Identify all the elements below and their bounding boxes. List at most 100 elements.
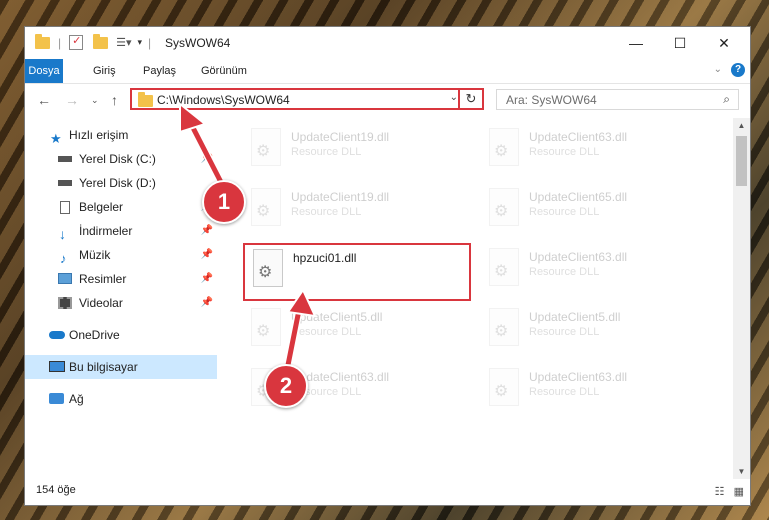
window-title: SysWOW64 bbox=[165, 36, 231, 50]
file-item-hpzuci01[interactable]: hpzuci01.dll bbox=[243, 243, 471, 301]
folder-icon bbox=[35, 33, 50, 49]
search-icon: ⌕ bbox=[723, 92, 730, 106]
expand-ribbon-icon[interactable]: ⌄ bbox=[714, 64, 722, 75]
sidebar-item-onedrive[interactable]: OneDrive bbox=[25, 323, 217, 347]
sidebar-item-videos[interactable]: Videolar 📌 bbox=[25, 291, 217, 315]
file-item[interactable]: UpdateClient63.dll Resource DLL bbox=[481, 124, 701, 174]
sidebar-item-label: OneDrive bbox=[69, 328, 120, 342]
navigation-bar: ← → ⌄ ↑ C:\Windows\SysWOW64 ⌄ ↻ Ara: Sys… bbox=[25, 84, 750, 118]
star-icon: ★ bbox=[50, 131, 62, 146]
sidebar-item-local-disk-c[interactable]: Yerel Disk (C:) 📌 bbox=[25, 147, 217, 171]
recent-locations-icon[interactable]: ⌄ bbox=[91, 95, 99, 106]
view-toggle[interactable]: ☷ ▦ bbox=[715, 485, 744, 498]
vertical-scrollbar[interactable]: ▲ ▼ bbox=[733, 118, 750, 479]
sidebar-item-label: İndirmeler bbox=[79, 224, 133, 238]
pin-icon[interactable]: 📌 bbox=[201, 267, 213, 291]
back-button[interactable]: ← bbox=[37, 92, 51, 108]
music-icon: ♪ bbox=[60, 251, 67, 266]
sidebar-item-quick-access[interactable]: ★ Hızlı erişim bbox=[25, 123, 217, 147]
item-count: 154 öğe bbox=[36, 484, 76, 496]
sidebar-item-label: Müzik bbox=[79, 248, 111, 262]
file-name: UpdateClient65.dll bbox=[529, 190, 628, 204]
sidebar-item-network[interactable]: Ağ bbox=[25, 387, 217, 411]
address-path[interactable]: C:\Windows\SysWOW64 bbox=[157, 93, 290, 107]
up-button[interactable]: ↑ bbox=[111, 92, 118, 108]
sidebar-item-pictures[interactable]: Resimler 📌 bbox=[25, 267, 217, 291]
search-input[interactable]: Ara: SysWOW64 bbox=[506, 93, 597, 107]
sidebar-item-downloads[interactable]: ↓ İndirmeler 📌 bbox=[25, 219, 217, 243]
tab-share[interactable]: Paylaş bbox=[135, 59, 184, 83]
file-name: UpdateClient63.dll bbox=[529, 130, 628, 144]
sidebar-item-this-pc[interactable]: Bu bilgisayar bbox=[25, 355, 217, 379]
dll-file-icon bbox=[253, 249, 283, 287]
scroll-up-icon[interactable]: ▲ bbox=[733, 121, 750, 130]
file-type: Resource DLL bbox=[291, 146, 362, 158]
sidebar-item-documents[interactable]: Belgeler 📌 bbox=[25, 195, 217, 219]
file-name: UpdateClient19.dll bbox=[291, 130, 390, 144]
file-type: Resource DLL bbox=[291, 206, 362, 218]
sidebar-item-label: Yerel Disk (C:) bbox=[79, 152, 156, 166]
ribbon-tabs: Dosya Giriş Paylaş Görünüm ⌄ ? bbox=[25, 59, 750, 84]
file-item[interactable]: UpdateClient19.dll Resource DLL bbox=[243, 124, 463, 174]
large-icons-view-icon[interactable]: ▦ bbox=[734, 486, 744, 498]
sidebar-item-local-disk-d[interactable]: Yerel Disk (D:) bbox=[25, 171, 217, 195]
file-type: Resource DLL bbox=[529, 326, 600, 338]
maximize-button[interactable]: ☐ bbox=[658, 31, 702, 55]
dll-file-icon bbox=[489, 368, 519, 406]
dll-file-icon bbox=[251, 188, 281, 226]
file-item[interactable]: UpdateClient63.dll Resource DLL bbox=[481, 364, 701, 414]
scroll-down-icon[interactable]: ▼ bbox=[733, 467, 750, 476]
forward-button[interactable]: → bbox=[65, 92, 79, 108]
video-icon bbox=[58, 297, 72, 309]
minimize-button[interactable]: — bbox=[614, 31, 658, 55]
download-icon: ↓ bbox=[59, 226, 66, 242]
folder-icon bbox=[138, 92, 153, 107]
pin-icon[interactable]: 📌 bbox=[201, 219, 213, 243]
file-name: UpdateClient63.dll bbox=[529, 250, 628, 264]
sidebar-item-label: Hızlı erişim bbox=[69, 128, 129, 142]
pin-icon[interactable]: 📌 bbox=[201, 243, 213, 267]
address-dropdown-icon[interactable]: ⌄ bbox=[450, 92, 458, 103]
sidebar-item-label: Resimler bbox=[79, 272, 127, 286]
toolbar-dropdown-icon[interactable]: ▾ bbox=[138, 37, 143, 48]
pin-icon[interactable]: 📌 bbox=[201, 291, 213, 315]
file-list: UpdateClient19.dll Resource DLL UpdateCl… bbox=[223, 118, 735, 479]
details-view-icon[interactable]: ☷ bbox=[715, 486, 725, 498]
drive-icon bbox=[58, 156, 72, 162]
close-button[interactable]: ✕ bbox=[702, 31, 746, 55]
sidebar-item-label: Videolar bbox=[79, 296, 123, 310]
toolbar-divider: | bbox=[58, 35, 62, 50]
tab-view[interactable]: Görünüm bbox=[193, 59, 255, 83]
customize-toolbar-icon[interactable]: ☰▾ bbox=[116, 36, 131, 49]
properties-icon[interactable]: ✓ bbox=[69, 35, 84, 50]
file-item[interactable]: UpdateClient5.dll Resource DLL bbox=[481, 304, 701, 354]
picture-icon bbox=[58, 273, 72, 284]
file-item[interactable]: UpdateClient65.dll Resource DLL bbox=[481, 184, 701, 234]
help-icon[interactable]: ? bbox=[731, 63, 745, 77]
file-name: UpdateClient63.dll bbox=[529, 370, 628, 384]
file-name: UpdateClient5.dll bbox=[529, 310, 621, 324]
navigation-pane: ★ Hızlı erişim Yerel Disk (C:) 📌 Yerel D… bbox=[25, 123, 217, 453]
sidebar-item-music[interactable]: ♪ Müzik 📌 bbox=[25, 243, 217, 267]
file-item[interactable]: UpdateClient63.dll Resource DLL bbox=[481, 244, 701, 294]
callout-2: 2 bbox=[264, 364, 308, 408]
pin-icon[interactable]: 📌 bbox=[201, 147, 213, 171]
title-bar: | ✓ ☰▾ ▾ | SysWOW64 — ☐ ✕ bbox=[25, 27, 750, 59]
dll-file-icon bbox=[489, 188, 519, 226]
toolbar-divider: | bbox=[148, 35, 152, 50]
file-type: Resource DLL bbox=[529, 386, 600, 398]
tab-file[interactable]: Dosya bbox=[25, 59, 63, 83]
tab-home[interactable]: Giriş bbox=[85, 59, 124, 83]
quick-access-toolbar: | ✓ ☰▾ ▾ | bbox=[35, 33, 152, 50]
file-explorer-window: | ✓ ☰▾ ▾ | SysWOW64 — ☐ ✕ Dosya Giriş Pa… bbox=[24, 26, 751, 506]
new-folder-icon[interactable] bbox=[93, 33, 109, 49]
file-type: Resource DLL bbox=[529, 206, 600, 218]
file-item[interactable]: UpdateClient5.dll Resource DLL bbox=[243, 304, 463, 354]
refresh-button[interactable]: ↻ bbox=[458, 88, 482, 110]
drive-icon bbox=[58, 180, 72, 186]
file-item[interactable]: UpdateClient19.dll Resource DLL bbox=[243, 184, 463, 234]
search-box[interactable]: Ara: SysWOW64 ⌕ bbox=[496, 89, 739, 110]
scroll-thumb[interactable] bbox=[736, 136, 747, 186]
sidebar-item-label: Belgeler bbox=[79, 200, 124, 214]
address-bar[interactable]: C:\Windows\SysWOW64 ⌄ ↻ bbox=[130, 88, 484, 110]
